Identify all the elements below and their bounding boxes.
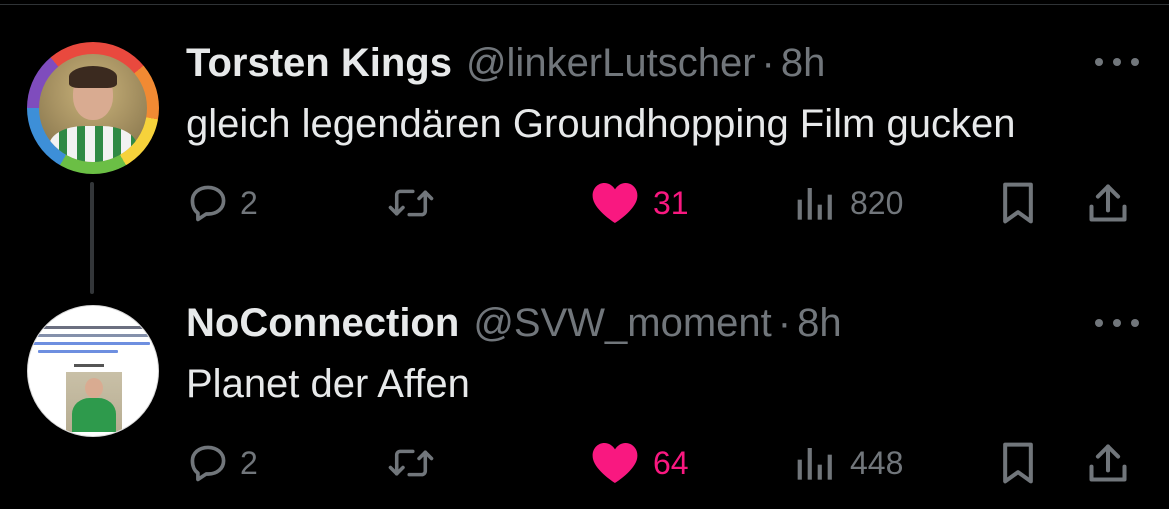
separator-dot: · [777,301,792,345]
avatar-photo [66,372,122,432]
reply-button[interactable]: 2 [186,175,258,231]
views-button[interactable]: 448 [796,435,903,491]
reply-button[interactable]: 2 [186,435,258,491]
views-count: 820 [850,184,904,221]
more-icon[interactable] [1095,309,1139,337]
bookmark-icon [1003,182,1033,224]
tweet-text: Planet der Affen [186,362,470,406]
tweet[interactable]: Torsten Kings @linkerLutscher · 8h gleic… [0,0,1169,250]
separator-dot: · [761,41,775,85]
display-name[interactable]: NoConnection [186,300,459,346]
more-icon[interactable] [1095,48,1139,76]
reply-icon [190,445,226,482]
tweet-header: Torsten Kings @linkerLutscher · 8h [186,40,825,86]
bookmark-button[interactable] [998,175,1038,231]
like-count: 31 [653,184,689,221]
tweet-actions: 2 31 820 [186,175,1136,231]
retweet-icon [388,189,434,217]
like-button[interactable]: 64 [591,435,689,491]
user-handle[interactable]: @linkerLutscher [466,40,756,86]
timestamp[interactable]: 8h [797,300,842,346]
bookmark-icon [1003,442,1033,484]
display-name[interactable]: Torsten Kings [186,40,452,86]
tweet-actions: 2 64 448 [186,435,1136,491]
views-icon [797,448,832,480]
user-handle[interactable]: @SVW_moment [473,300,771,346]
timestamp[interactable]: 8h [781,40,826,86]
share-button[interactable] [1086,175,1130,231]
like-button[interactable]: 31 [591,175,689,231]
like-count: 64 [653,444,689,481]
reply-count: 2 [240,184,258,221]
reply-count: 2 [240,444,258,481]
tweet-text: gleich legendären Groundhopping Film guc… [186,102,1016,146]
tweet[interactable]: NoConnection @SVW_moment · 8h Planet der… [0,255,1169,509]
avatar[interactable] [27,42,159,174]
retweet-button[interactable] [386,435,436,491]
bookmark-button[interactable] [998,435,1038,491]
views-icon [797,188,832,220]
share-button[interactable] [1086,435,1130,491]
views-count: 448 [850,444,904,481]
heart-icon [592,183,638,223]
share-icon [1089,184,1127,222]
tweet-header: NoConnection @SVW_moment · 8h [186,300,842,346]
avatar-photo [39,54,147,162]
retweet-button[interactable] [386,175,436,231]
share-icon [1089,444,1127,482]
views-button[interactable]: 820 [796,175,903,231]
avatar[interactable] [27,305,159,437]
retweet-icon [388,449,434,477]
reply-icon [190,185,226,222]
heart-icon [592,443,638,483]
